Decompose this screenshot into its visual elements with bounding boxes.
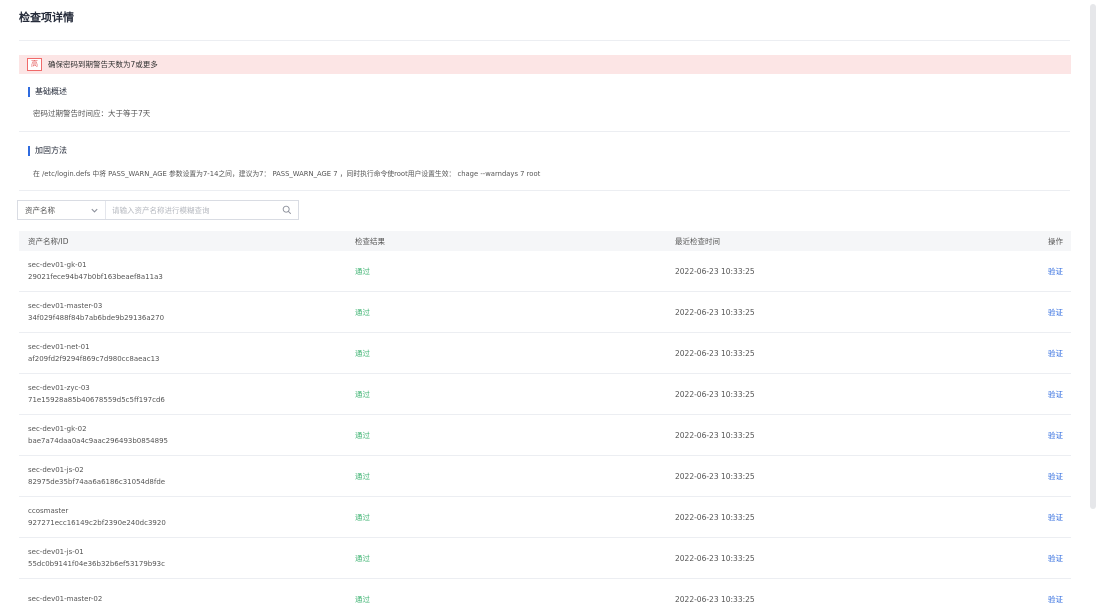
- check-time: 2022-06-23 10:33:25: [675, 553, 755, 563]
- check-time: 2022-06-23 10:33:25: [675, 471, 755, 481]
- table-header: 资产名称/ID 检查结果 最近检查时间 操作: [19, 231, 1071, 251]
- check-time: 2022-06-23 10:33:25: [675, 266, 755, 276]
- check-time: 2022-06-23 10:33:25: [675, 389, 755, 399]
- verify-link[interactable]: 验证: [1048, 430, 1063, 441]
- section-marker: [28, 145, 30, 156]
- asset-id: af209fd2f9294f869c7d980cc8aeac13: [28, 355, 160, 363]
- field-select[interactable]: 资产名称: [18, 201, 106, 219]
- asset-id: 34f029f488f84b7ab6bde9b29136a270: [28, 314, 165, 322]
- fix-section-heading: 加固方法: [28, 145, 67, 156]
- asset-name: sec-dev01-gk-01: [28, 261, 87, 269]
- table-row: sec-dev01-gk-01 29021fece94b47b0bf163beae…: [19, 251, 1071, 292]
- severity-alert: 高 确保密码到期警告天数为7或更多: [19, 55, 1071, 74]
- verify-link[interactable]: 验证: [1048, 594, 1063, 603]
- asset-id: 71e15928a85b40678559d5c5ff197cd6: [28, 396, 165, 404]
- table-row: sec-dev01-master-02 通过 2022-06-23 10:33:…: [19, 579, 1071, 603]
- asset-search-input[interactable]: [106, 201, 276, 219]
- asset-name: ccosmaster: [28, 507, 69, 515]
- check-result: 通过: [355, 512, 370, 522]
- table-row: sec-dev01-zyc-03 71e15928a85b40678559d5c5…: [19, 374, 1071, 415]
- asset-id: bae7a74daa0a4c9aac296493b0854895: [28, 437, 168, 445]
- section-marker: [28, 86, 30, 97]
- column-header-result: 检查结果: [355, 236, 385, 246]
- detail-panel: 检查项详情 高 确保密码到期警告天数为7或更多 基础概述 密码过期警告时间应：大…: [0, 0, 1084, 603]
- table-row: ccosmaster 927271ecc16149c2bf2390e240dc39…: [19, 497, 1071, 538]
- check-result: 通过: [355, 266, 370, 276]
- section-divider: [19, 131, 1070, 132]
- verify-link[interactable]: 验证: [1048, 266, 1063, 277]
- search-icon[interactable]: [276, 205, 298, 215]
- page: 检查项详情 高 确保密码到期警告天数为7或更多 基础概述 密码过期警告时间应：大…: [0, 0, 1104, 603]
- verify-link[interactable]: 验证: [1048, 348, 1063, 359]
- asset-name: sec-dev01-net-01: [28, 343, 90, 351]
- check-result: 通过: [355, 471, 370, 481]
- fix-heading-label: 加固方法: [35, 146, 67, 155]
- alert-message: 确保密码到期警告天数为7或更多: [48, 60, 158, 69]
- severity-badge: 高: [27, 58, 42, 71]
- column-header-asset: 资产名称/ID: [28, 236, 69, 246]
- column-header-time: 最近检查时间: [675, 236, 720, 246]
- asset-name: sec-dev01-js-01: [28, 548, 84, 556]
- page-title: 检查项详情: [19, 11, 74, 24]
- check-result: 通过: [355, 553, 370, 563]
- basic-section-heading: 基础概述: [28, 86, 67, 97]
- section-divider: [19, 190, 1070, 191]
- check-result: 通过: [355, 389, 370, 399]
- check-time: 2022-06-23 10:33:25: [675, 430, 755, 440]
- table-row: sec-dev01-net-01 af209fd2f9294f869c7d980c…: [19, 333, 1071, 374]
- asset-id: 82975de35bf74aa6a6186c31054d8fde: [28, 478, 166, 486]
- check-time: 2022-06-23 10:33:25: [675, 348, 755, 358]
- column-header-action: 操作: [1048, 236, 1063, 246]
- title-divider: [19, 40, 1070, 41]
- check-time: 2022-06-23 10:33:25: [675, 307, 755, 317]
- check-result: 通过: [355, 348, 370, 358]
- asset-id: 927271ecc16149c2bf2390e240dc3920: [28, 519, 166, 527]
- asset-name: sec-dev01-master-03: [28, 302, 103, 310]
- check-result: 通过: [355, 307, 370, 317]
- check-result: 通过: [355, 430, 370, 440]
- check-time: 2022-06-23 10:33:25: [675, 512, 755, 522]
- scrollbar-thumb[interactable]: [1090, 4, 1096, 509]
- asset-filter: 资产名称: [17, 200, 299, 220]
- asset-id: 29021fece94b47b0bf163beaef8a11a3: [28, 273, 163, 281]
- check-result: 通过: [355, 594, 370, 603]
- basic-heading-label: 基础概述: [35, 87, 67, 96]
- basic-description: 密码过期警告时间应：大于等于7天: [33, 109, 151, 118]
- table-row: sec-dev01-js-02 82975de35bf74aa6a6186c310…: [19, 456, 1071, 497]
- table-row: sec-dev01-master-03 34f029f488f84b7ab6bde…: [19, 292, 1071, 333]
- table-row: sec-dev01-js-01 55dc0b9141f04e36b32b6ef53…: [19, 538, 1071, 579]
- field-select-label: 资产名称: [25, 205, 55, 215]
- verify-link[interactable]: 验证: [1048, 553, 1063, 564]
- asset-id: 55dc0b9141f04e36b32b6ef53179b93c: [28, 560, 165, 568]
- verify-link[interactable]: 验证: [1048, 471, 1063, 482]
- chevron-down-icon: [91, 208, 98, 213]
- fix-description: 在 /etc/login.defs 中将 PASS_WARN_AGE 参数设置为…: [33, 170, 541, 178]
- asset-name: sec-dev01-gk-02: [28, 425, 87, 433]
- asset-name: sec-dev01-js-02: [28, 466, 84, 474]
- check-time: 2022-06-23 10:33:25: [675, 594, 755, 603]
- verify-link[interactable]: 验证: [1048, 307, 1063, 318]
- table-row: sec-dev01-gk-02 bae7a74daa0a4c9aac296493b…: [19, 415, 1071, 456]
- asset-name: sec-dev01-master-02: [28, 595, 103, 603]
- asset-table: 资产名称/ID 检查结果 最近检查时间 操作 sec-dev01-gk-01 29…: [19, 231, 1071, 603]
- verify-link[interactable]: 验证: [1048, 389, 1063, 400]
- verify-link[interactable]: 验证: [1048, 512, 1063, 523]
- asset-name: sec-dev01-zyc-03: [28, 384, 90, 392]
